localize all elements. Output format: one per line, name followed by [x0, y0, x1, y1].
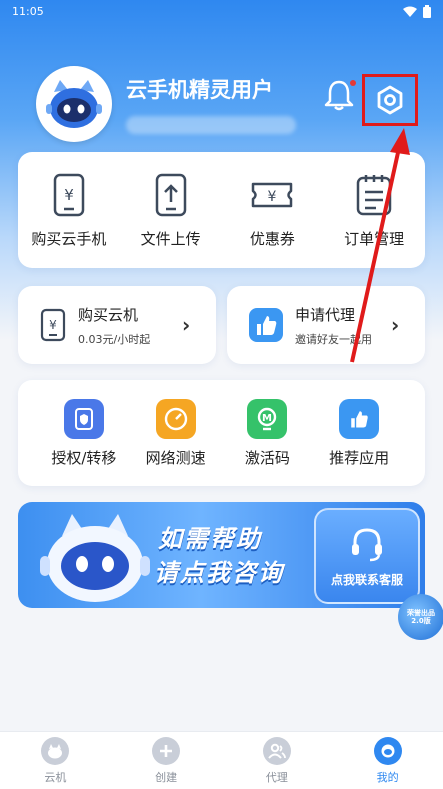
bulb-m-icon: M — [247, 398, 288, 439]
tool-recommended-apps[interactable]: 推荐应用 — [313, 380, 405, 486]
buy-card-subtitle: 0.03元/小时起 — [78, 332, 151, 346]
settings-button[interactable] — [362, 74, 418, 126]
tab-cloud-machine[interactable]: 云机 — [0, 732, 111, 789]
tool-label: 激活码 — [244, 448, 290, 467]
svg-text:M: M — [262, 413, 272, 424]
wifi-icon — [403, 6, 417, 17]
service-label: 购买云手机 — [31, 229, 107, 248]
chevron-right-icon: › — [391, 313, 400, 337]
float-badge-line1: 荣誉出品 — [407, 609, 435, 617]
chevron-right-icon: › — [182, 313, 191, 337]
users-icon — [262, 736, 291, 765]
buy-cloud-machine-card[interactable]: ¥ 购买云机 0.03元/小时起 › — [18, 286, 216, 364]
tab-create[interactable]: 创建 — [111, 732, 222, 789]
tools-card: 授权/转移 网络测速 M 激活码 推荐应用 — [18, 380, 425, 486]
tab-agent[interactable]: 代理 — [222, 732, 333, 789]
floating-promo-badge[interactable]: 荣誉出品 2.0版 — [398, 594, 443, 640]
svg-text:¥: ¥ — [64, 186, 74, 204]
service-label: 文件上传 — [140, 229, 201, 248]
plus-icon — [152, 736, 181, 765]
service-coupon[interactable]: ¥ 优惠券 — [222, 152, 324, 268]
coupon-icon: ¥ — [252, 182, 293, 207]
profile-tab-icon — [373, 736, 402, 765]
phone-yuan-icon: ¥ — [53, 173, 85, 216]
user-profile[interactable]: 云手机精灵用户 — [36, 66, 296, 142]
tab-label: 创建 — [155, 770, 178, 784]
svg-text:¥: ¥ — [49, 318, 57, 332]
tool-label: 推荐应用 — [329, 448, 390, 467]
robot-mascot-icon — [40, 514, 150, 602]
robot-tab-icon — [41, 736, 70, 765]
bottom-tab-bar: 云机 创建 代理 我的 — [0, 731, 443, 789]
services-card: ¥ 购买云手机 文件上传 ¥ 优惠券 订单管理 — [18, 152, 425, 268]
speedometer-icon — [155, 398, 196, 439]
contact-support-button[interactable]: 点我联系客服 — [314, 508, 420, 604]
status-time: 11:05 — [12, 4, 44, 18]
username: 云手机精灵用户 — [126, 78, 273, 102]
tab-mine[interactable]: 我的 — [332, 732, 443, 789]
tool-label: 授权/转移 — [51, 448, 117, 467]
buy-card-title: 购买云机 — [78, 305, 139, 324]
thumbs-up-icon — [249, 308, 283, 342]
svg-text:¥: ¥ — [268, 189, 277, 205]
thumbs-up-icon — [339, 398, 380, 439]
shield-phone-icon — [63, 398, 104, 439]
battery-icon — [423, 4, 431, 18]
service-order-management[interactable]: 订单管理 — [323, 152, 425, 268]
headset-icon — [352, 527, 382, 561]
tool-network-speed[interactable]: 网络测速 — [130, 380, 222, 486]
notification-dot — [350, 80, 356, 86]
apply-agent-card[interactable]: 申请代理 邀请好友一起用 › — [227, 286, 425, 364]
tool-label: 网络测速 — [145, 448, 206, 467]
contact-support-label: 点我联系客服 — [330, 572, 403, 587]
agent-card-title: 申请代理 — [295, 305, 356, 324]
tab-label: 代理 — [265, 770, 288, 784]
avatar[interactable] — [36, 66, 112, 142]
service-file-upload[interactable]: 文件上传 — [120, 152, 222, 268]
help-banner[interactable]: 如需帮助 请点我咨询 点我联系客服 — [18, 502, 425, 608]
banner-line1: 如需帮助 — [158, 525, 262, 553]
tab-label: 我的 — [376, 770, 399, 784]
agent-card-subtitle: 邀请好友一起用 — [295, 332, 372, 346]
phone-yuan-icon: ¥ — [40, 308, 66, 342]
tool-activation-code[interactable]: M 激活码 — [222, 380, 314, 486]
robot-avatar-icon — [46, 80, 102, 128]
settings-hexagon-icon — [377, 85, 403, 115]
tab-label: 云机 — [44, 770, 67, 784]
upload-icon — [155, 173, 186, 216]
service-buy-cloud-phone[interactable]: ¥ 购买云手机 — [18, 152, 120, 268]
float-badge-line2: 2.0版 — [411, 617, 431, 625]
tool-authorize-transfer[interactable]: 授权/转移 — [38, 380, 130, 486]
banner-line2: 请点我咨询 — [154, 559, 284, 587]
status-bar: 11:05 — [0, 0, 443, 22]
order-icon — [356, 174, 392, 215]
user-id-masked — [126, 116, 296, 134]
service-label: 优惠券 — [249, 229, 295, 248]
service-label: 订单管理 — [344, 229, 405, 248]
